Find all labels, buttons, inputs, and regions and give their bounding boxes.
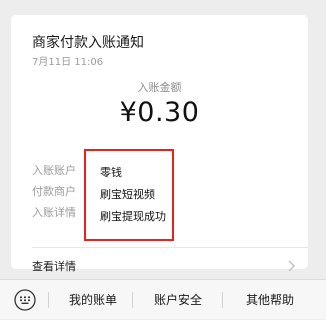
detail-label-account: 入账账户 [32, 164, 76, 177]
amount-value: ¥0.30 [119, 97, 200, 128]
detail-value-merchant: 刷宝短视频 [100, 188, 155, 201]
keyboard-icon[interactable] [14, 289, 36, 311]
highlight-box: 零钱 刷宝短视频 刷宝提现成功 [84, 149, 174, 241]
detail-value-details: 刷宝提现成功 [100, 210, 166, 223]
menu-bar: 我的账单 账户安全 其他帮助 [0, 279, 326, 319]
notification-card: 商家付款入账通知 7月11日 11:06 入账金额 ¥0.30 入账账户 付款商… [11, 15, 308, 273]
notification-time: 7月11日 11:06 [32, 57, 104, 68]
amount-label: 入账金额 [137, 81, 182, 94]
menu-my-bills[interactable]: 我的账单 [48, 280, 138, 320]
chevron-right-icon [288, 260, 296, 272]
menu-other-help[interactable]: 其他帮助 [220, 280, 320, 320]
view-details-label: 查看详情 [32, 260, 76, 273]
detail-label-merchant: 付款商户 [32, 185, 76, 198]
detail-value-account: 零钱 [100, 166, 122, 179]
detail-label-details: 入账详情 [32, 206, 76, 219]
notification-title: 商家付款入账通知 [32, 35, 144, 51]
menu-account-security[interactable]: 账户安全 [132, 280, 224, 320]
